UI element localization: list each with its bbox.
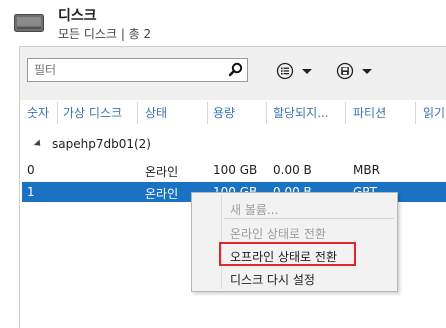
disk-drive-icon <box>14 12 44 34</box>
column-header-capacity[interactable]: 용량 <box>213 104 235 122</box>
page-title: 디스크 <box>58 8 97 24</box>
column-separator[interactable] <box>57 102 58 124</box>
chevron-down-icon <box>362 69 372 74</box>
menu-item-new-volume[interactable]: 새 볼륨... <box>194 197 395 219</box>
column-header-number[interactable]: 숫자 <box>27 104 49 122</box>
section-header: 디스크 모든 디스크 | 총 2 <box>0 0 446 46</box>
cell-capacity: 100 GB <box>213 163 258 177</box>
cell-status: 온라인 <box>145 165 179 179</box>
search-icon[interactable] <box>227 61 245 79</box>
list-options-icon <box>276 62 294 80</box>
cell-partition: MBR <box>353 163 380 177</box>
table-row[interactable]: 0 온라인 100 GB 0.00 B MBR <box>22 160 446 180</box>
filter-input[interactable] <box>34 62 224 78</box>
menu-item-reset-disk[interactable]: 디스크 다시 설정 <box>194 267 395 289</box>
highlight-box <box>219 242 356 266</box>
column-header-virtual-disk[interactable]: 가상 디스크 <box>63 104 122 122</box>
menu-item-label: 새 볼륨... <box>230 203 279 217</box>
column-separator[interactable] <box>207 102 208 124</box>
cell-status: 온라인 <box>145 187 179 201</box>
expand-arrow-icon[interactable] <box>33 139 44 149</box>
column-header-unallocated[interactable]: 할당되지... <box>273 104 329 122</box>
column-separator[interactable] <box>345 102 346 124</box>
cell-number: 0 <box>27 163 35 177</box>
column-separator[interactable] <box>266 102 267 124</box>
save-query-button[interactable] <box>335 61 375 81</box>
menu-item-label: 디스크 다시 설정 <box>230 273 315 287</box>
column-separator[interactable] <box>415 102 416 124</box>
menu-separator <box>224 218 394 219</box>
server-group-label: sapehp7db01(2) <box>52 137 151 151</box>
menu-item-label: 온라인 상태로 전환 <box>230 227 326 241</box>
column-header-status[interactable]: 상태 <box>145 104 167 122</box>
page-subtitle: 모든 디스크 | 총 2 <box>58 27 152 41</box>
cell-number: 1 <box>27 185 35 199</box>
column-header-partition[interactable]: 파티션 <box>353 104 386 122</box>
list-options-button[interactable] <box>275 61 315 81</box>
chevron-down-icon <box>302 69 312 74</box>
column-separator[interactable] <box>137 102 138 124</box>
cell-unallocated: 0.00 B <box>273 163 312 177</box>
filter-box[interactable] <box>27 58 248 82</box>
menu-item-bring-online[interactable]: 온라인 상태로 전환 <box>194 221 395 243</box>
save-query-icon <box>336 62 354 80</box>
server-group-row[interactable]: sapehp7db01(2) <box>22 134 446 154</box>
column-header-read-only[interactable]: 읽기 <box>423 104 445 122</box>
